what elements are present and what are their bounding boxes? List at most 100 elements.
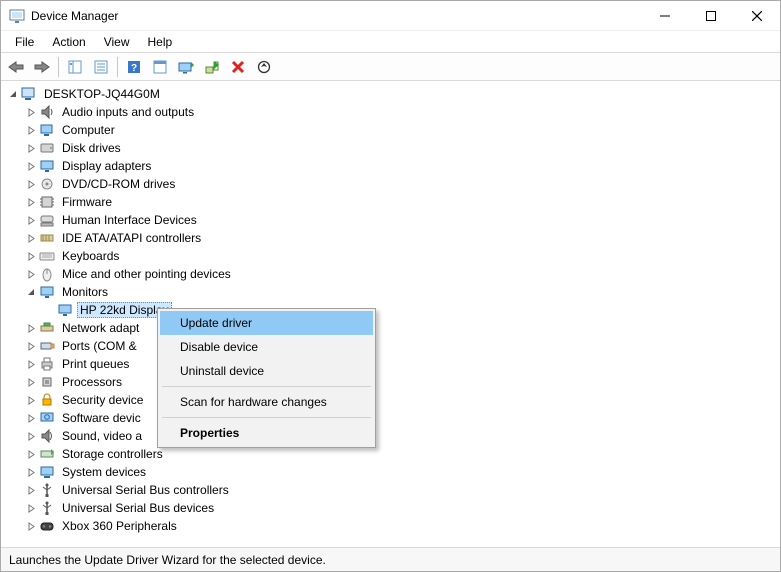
category-label: System devices: [59, 464, 149, 480]
category-hid[interactable]: Human Interface Devices: [1, 211, 780, 229]
hid-icon: [39, 212, 55, 228]
category-label: Print queues: [59, 356, 132, 372]
category-mouse[interactable]: Mice and other pointing devices: [1, 265, 780, 283]
tree-expander-closed[interactable]: [23, 176, 39, 192]
category-cpu[interactable]: Processors: [1, 373, 780, 391]
context-menu-item[interactable]: Uninstall device: [160, 359, 373, 383]
category-label: Software devic: [59, 410, 144, 426]
category-label: Firmware: [59, 194, 115, 210]
menu-action[interactable]: Action: [44, 33, 93, 51]
tree-expander-open[interactable]: [23, 284, 39, 300]
tree-root[interactable]: DESKTOP-JQ44G0M: [1, 85, 780, 103]
tree-root-label: DESKTOP-JQ44G0M: [41, 86, 163, 102]
category-label: Computer: [59, 122, 118, 138]
context-menu-item[interactable]: Update driver: [160, 311, 373, 335]
category-keyboard[interactable]: Keyboards: [1, 247, 780, 265]
tree-expander-closed[interactable]: [23, 194, 39, 210]
monitor-icon: [57, 302, 73, 318]
tree-expander-closed[interactable]: [23, 410, 39, 426]
tree-expander-closed[interactable]: [23, 140, 39, 156]
tree-expander-closed[interactable]: [23, 500, 39, 516]
help-button[interactable]: ?: [122, 55, 146, 79]
category-storage[interactable]: Storage controllers: [1, 445, 780, 463]
forward-button[interactable]: [30, 55, 54, 79]
category-label: Audio inputs and outputs: [59, 104, 197, 120]
enable-device-button[interactable]: [200, 55, 224, 79]
category-sound[interactable]: Sound, video a: [1, 427, 780, 445]
category-display[interactable]: Display adapters: [1, 157, 780, 175]
app-icon: [9, 8, 25, 24]
tree-expander-closed[interactable]: [23, 392, 39, 408]
tree-expander-closed[interactable]: [23, 266, 39, 282]
tree-expander-closed[interactable]: [23, 338, 39, 354]
context-menu: Update driverDisable deviceUninstall dev…: [157, 308, 376, 448]
usb-icon: [39, 500, 55, 516]
port-icon: [39, 338, 55, 354]
category-software[interactable]: Software devic: [1, 409, 780, 427]
category-disk[interactable]: Disk drives: [1, 139, 780, 157]
category-monitor[interactable]: Monitors: [1, 283, 780, 301]
category-label: Sound, video a: [59, 428, 145, 444]
category-optical[interactable]: DVD/CD-ROM drives: [1, 175, 780, 193]
context-menu-item[interactable]: Scan for hardware changes: [160, 390, 373, 414]
category-label: Universal Serial Bus devices: [59, 500, 217, 516]
show-hide-console-tree-button[interactable]: [63, 55, 87, 79]
category-label: Security device: [59, 392, 146, 408]
audio-icon: [39, 104, 55, 120]
category-label: Universal Serial Bus controllers: [59, 482, 232, 498]
uninstall-device-button[interactable]: [226, 55, 250, 79]
tree-expander-closed[interactable]: [23, 446, 39, 462]
device-item[interactable]: HP 22kd Display: [1, 301, 780, 319]
category-xbox[interactable]: Xbox 360 Peripherals: [1, 517, 780, 535]
printer-icon: [39, 356, 55, 372]
category-label: Keyboards: [59, 248, 122, 264]
category-audio[interactable]: Audio inputs and outputs: [1, 103, 780, 121]
category-system[interactable]: System devices: [1, 463, 780, 481]
category-printer[interactable]: Print queues: [1, 355, 780, 373]
category-computer[interactable]: Computer: [1, 121, 780, 139]
tree-expander-closed[interactable]: [23, 122, 39, 138]
maximize-button[interactable]: [688, 1, 734, 31]
properties-button[interactable]: [89, 55, 113, 79]
tree-expander-closed[interactable]: [23, 374, 39, 390]
toolbar-separator: [117, 57, 118, 77]
menu-file[interactable]: File: [7, 33, 42, 51]
status-text: Launches the Update Driver Wizard for th…: [9, 553, 326, 567]
tree-expander-closed[interactable]: [23, 320, 39, 336]
tree-expander-closed[interactable]: [23, 104, 39, 120]
category-net[interactable]: Network adapt: [1, 319, 780, 337]
device-tree-area[interactable]: DESKTOP-JQ44G0M Audio inputs and outputs C…: [1, 81, 780, 547]
menu-help[interactable]: Help: [140, 33, 181, 51]
computer-root-icon: [21, 86, 37, 102]
close-button[interactable]: [734, 1, 780, 31]
tree-expander-closed[interactable]: [23, 482, 39, 498]
category-chip[interactable]: Firmware: [1, 193, 780, 211]
action-button[interactable]: [148, 55, 172, 79]
tree-expander-closed[interactable]: [23, 518, 39, 534]
context-menu-separator: [162, 417, 371, 418]
category-usb[interactable]: Universal Serial Bus devices: [1, 499, 780, 517]
category-port[interactable]: Ports (COM &: [1, 337, 780, 355]
tree-expander-open[interactable]: [5, 86, 21, 102]
tree-expander-closed[interactable]: [23, 230, 39, 246]
ide-icon: [39, 230, 55, 246]
tree-expander-closed[interactable]: [23, 158, 39, 174]
back-button[interactable]: [4, 55, 28, 79]
tree-expander-closed[interactable]: [23, 464, 39, 480]
tree-expander-closed[interactable]: [23, 428, 39, 444]
tree-expander-closed[interactable]: [23, 356, 39, 372]
category-security[interactable]: Security device: [1, 391, 780, 409]
menu-view[interactable]: View: [96, 33, 138, 51]
tree-expander-closed[interactable]: [23, 212, 39, 228]
software-icon: [39, 410, 55, 426]
tree-expander-closed[interactable]: [23, 248, 39, 264]
update-driver-button[interactable]: [174, 55, 198, 79]
minimize-button[interactable]: [642, 1, 688, 31]
category-ide[interactable]: IDE ATA/ATAPI controllers: [1, 229, 780, 247]
context-menu-item[interactable]: Properties: [160, 421, 373, 445]
monitor-icon: [39, 284, 55, 300]
chip-icon: [39, 194, 55, 210]
context-menu-item[interactable]: Disable device: [160, 335, 373, 359]
scan-hardware-button[interactable]: [252, 55, 276, 79]
category-usb[interactable]: Universal Serial Bus controllers: [1, 481, 780, 499]
